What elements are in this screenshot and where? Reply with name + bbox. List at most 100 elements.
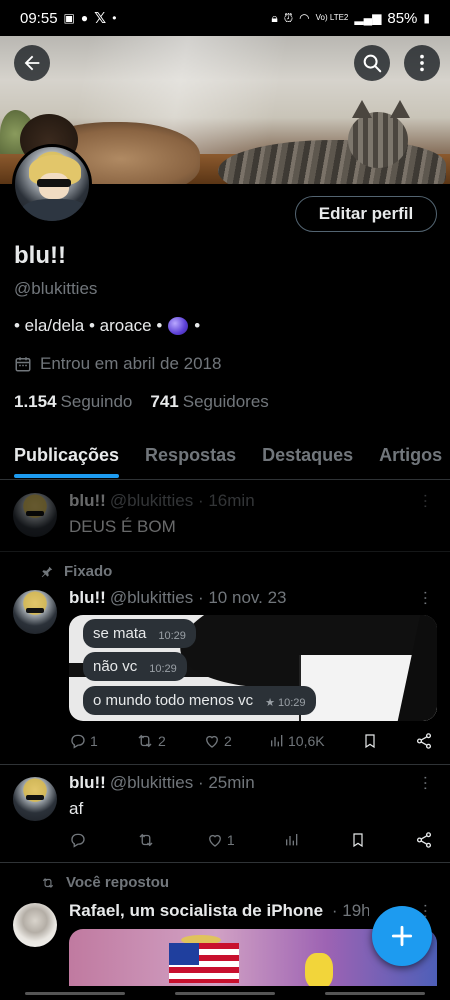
chat-bubble: se mata 10:29 — [83, 619, 196, 648]
gallery-icon: ▣ — [63, 11, 75, 25]
post-author-name: blu!! — [69, 491, 106, 510]
x-app-icon: 𝕏 — [94, 10, 107, 27]
share-icon — [416, 832, 432, 848]
chat-bubble-time: 10:29 — [158, 630, 186, 642]
share-button[interactable] — [415, 831, 433, 849]
followers-count: 741 — [150, 392, 179, 411]
like-button[interactable]: 2 — [203, 732, 232, 750]
bookmark-button[interactable] — [350, 831, 366, 849]
nav-home[interactable] — [175, 991, 275, 995]
status-time: 09:55 — [20, 9, 58, 27]
chat-icon: ● — [80, 11, 89, 25]
sunglasses-icon — [37, 179, 71, 187]
bookmark-button[interactable] — [362, 732, 378, 750]
views-button[interactable] — [284, 832, 300, 848]
following-count: 1.154 — [14, 392, 57, 411]
profile-bio: • ela/dela • aroace • • — [14, 316, 200, 336]
repost-button[interactable] — [136, 831, 156, 849]
battery-icon: ▮ — [423, 11, 430, 25]
post-actions: 1 2 2 10,6K — [69, 732, 433, 750]
repost-button[interactable]: 2 — [135, 732, 166, 750]
profile-handle: @blukitties — [14, 279, 98, 298]
reply-button[interactable] — [69, 831, 87, 849]
tab-publicacoes[interactable]: Publicações — [14, 436, 120, 479]
chat-bubble: o mundo todo menos vc ★ 10:29 — [83, 686, 316, 715]
reply-icon — [71, 833, 85, 848]
post-header: blu!! @blukitties · 10 nov. 23 — [69, 588, 287, 608]
repost-icon — [138, 734, 152, 748]
post-author-name: blu!! — [69, 773, 106, 792]
more-options-button[interactable] — [404, 45, 440, 81]
share-button[interactable] — [415, 732, 433, 750]
post-item[interactable]: blu!! @blukitties · 16min DEUS É BOM ··· — [0, 481, 450, 552]
cartoon-character-image — [305, 953, 333, 989]
tab-artigos[interactable]: Artigos — [379, 436, 442, 479]
following-link[interactable]: 1.154 Seguindo — [14, 392, 132, 412]
post-author-handle: @blukitties — [109, 773, 194, 792]
repost-count: 2 — [158, 733, 166, 749]
joined-date: Entrou em abril de 2018 — [14, 354, 221, 374]
bookmark-icon — [365, 734, 375, 749]
repost-label: Você repostou — [40, 874, 169, 891]
post-avatar[interactable] — [13, 903, 57, 947]
arrow-left-icon — [24, 55, 40, 71]
post-item[interactable]: blu!! @blukitties · 25min af ··· 1 — [0, 765, 450, 863]
like-button[interactable]: 1 — [206, 831, 235, 849]
followers-label: Seguidores — [182, 392, 269, 411]
post-actions: 1 — [69, 831, 433, 849]
post-time: · 16min — [197, 491, 255, 510]
chat-bubble-text: o mundo todo menos vc — [93, 692, 254, 709]
following-label: Seguindo — [60, 392, 133, 411]
profile-name: blu!! — [14, 242, 66, 269]
carrier-label: Vo) LTE2 — [315, 13, 349, 22]
post-time: · 19h — [331, 901, 369, 920]
repost-icon — [42, 877, 54, 888]
repost-icon — [139, 833, 153, 847]
profile-avatar[interactable] — [12, 144, 92, 224]
profile-tabs: Publicações Respostas Destaques Artigos — [0, 436, 450, 480]
chat-bubble-text: não vc — [93, 658, 138, 675]
views-chart-icon — [271, 735, 283, 747]
nav-recents[interactable] — [25, 991, 125, 995]
system-nav-bar — [0, 986, 450, 1000]
joined-text: Entrou em abril de 2018 — [40, 354, 222, 373]
nav-back[interactable] — [325, 991, 425, 995]
search-icon — [363, 54, 382, 73]
back-button[interactable] — [14, 45, 50, 81]
tab-respostas[interactable]: Respostas — [145, 436, 236, 479]
post-header: blu!! @blukitties · 25min — [69, 773, 255, 793]
calendar-icon — [15, 357, 31, 372]
heart-icon — [206, 735, 218, 748]
heart-icon — [208, 834, 221, 847]
post-header: blu!! @blukitties · 16min — [69, 491, 255, 511]
post-avatar[interactable] — [13, 777, 57, 821]
reply-button[interactable]: 1 — [69, 732, 98, 750]
reply-count: 1 — [90, 733, 98, 749]
pin-icon — [41, 566, 53, 577]
post-more-icon[interactable]: ··· — [416, 590, 434, 606]
us-flag-image — [169, 943, 239, 983]
post-author-handle: @blukitties — [109, 588, 194, 607]
reply-icon — [71, 734, 85, 749]
pinned-text: Fixado — [64, 563, 113, 580]
bio-text-end: • — [194, 316, 201, 335]
views-chart-icon — [286, 834, 298, 846]
tab-destaques[interactable]: Destaques — [262, 436, 353, 479]
compose-post-button[interactable] — [372, 906, 432, 966]
edit-profile-button[interactable]: Editar perfil — [295, 196, 437, 232]
post-more-icon[interactable]: ··· — [416, 775, 434, 791]
followers-link[interactable]: 741 Seguidores — [150, 392, 268, 412]
more-vertical-icon — [420, 54, 424, 72]
battery-level: 85% — [387, 9, 418, 27]
post-avatar[interactable] — [13, 493, 57, 537]
dot-icon: • — [112, 11, 117, 25]
post-time: · 25min — [197, 773, 255, 792]
post-author-name: Rafael, um socialista de iPhone — [69, 901, 324, 920]
post-avatar[interactable] — [13, 590, 57, 634]
lock-icon: 🔒︎ — [271, 10, 278, 25]
alarm-icon: ⏰︎ — [283, 10, 294, 25]
search-button[interactable] — [354, 45, 390, 81]
like-count: 1 — [226, 832, 235, 848]
post-more-icon[interactable]: ··· — [416, 493, 434, 509]
views-button[interactable]: 10,6K — [269, 733, 325, 749]
